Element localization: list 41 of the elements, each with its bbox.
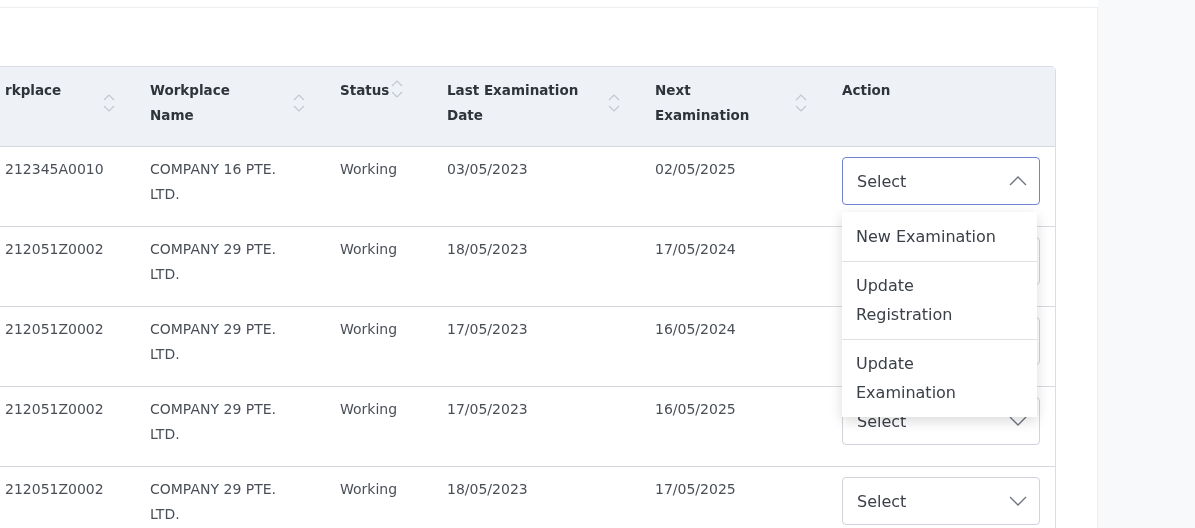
- table-cell-text: COMPANY 29 PTE. LTD.: [150, 480, 278, 524]
- table-cell: 212051Z0002: [5, 241, 104, 257]
- action-select[interactable]: Select: [842, 477, 1040, 525]
- sort-icon[interactable]: [608, 92, 620, 114]
- sort-icon[interactable]: [103, 92, 115, 114]
- table-cell: 17/05/2023: [447, 321, 528, 337]
- column-header: rkplace: [5, 81, 62, 100]
- table-cell: 03/05/2023: [447, 161, 528, 177]
- table-cell-text: COMPANY 29 PTE. LTD.: [150, 240, 278, 284]
- table-cell: 212051Z0002: [5, 401, 104, 417]
- sort-icon[interactable]: [795, 92, 807, 114]
- table-cell: 212345A0010: [5, 161, 104, 177]
- table-cell: 16/05/2025: [655, 401, 736, 417]
- table-cell: Working: [340, 481, 398, 497]
- sort-icon[interactable]: [391, 78, 404, 100]
- table-cell-text: COMPANY 29 PTE. LTD.: [150, 320, 278, 364]
- chevron-icon: [1009, 176, 1027, 186]
- column-header: Action: [842, 81, 891, 100]
- chevron-icon: [1009, 496, 1027, 506]
- table-cell: 17/05/2024: [655, 241, 736, 257]
- table-cell: 17/05/2023: [447, 401, 528, 417]
- column-header: Last Examination Date: [447, 81, 580, 125]
- table-cell: 212051Z0002: [5, 481, 104, 497]
- table-cell: 18/05/2023: [447, 241, 528, 257]
- table-cell: Working: [340, 321, 398, 337]
- table-cell-text: COMPANY 16 PTE. LTD.: [150, 160, 278, 204]
- table-cell: Working: [340, 241, 398, 257]
- table-cell-text: COMPANY 29 PTE. LTD.: [150, 400, 278, 444]
- sort-icon[interactable]: [293, 92, 305, 114]
- table-cell: 16/05/2024: [655, 321, 736, 337]
- column-header: Status: [340, 81, 390, 100]
- chevron-icon: [1009, 416, 1027, 426]
- table-cell: 212051Z0002: [5, 321, 104, 337]
- table-cell: 17/05/2025: [655, 481, 736, 497]
- column-header: Next Examination: [655, 81, 751, 125]
- action-select[interactable]: Select: [842, 157, 1040, 205]
- table-cell: 18/05/2023: [447, 481, 528, 497]
- table-cell: Working: [340, 401, 398, 417]
- column-header: Workplace Name: [150, 81, 231, 125]
- table-cell: Working: [340, 161, 398, 177]
- table-cell: 02/05/2025: [655, 161, 736, 177]
